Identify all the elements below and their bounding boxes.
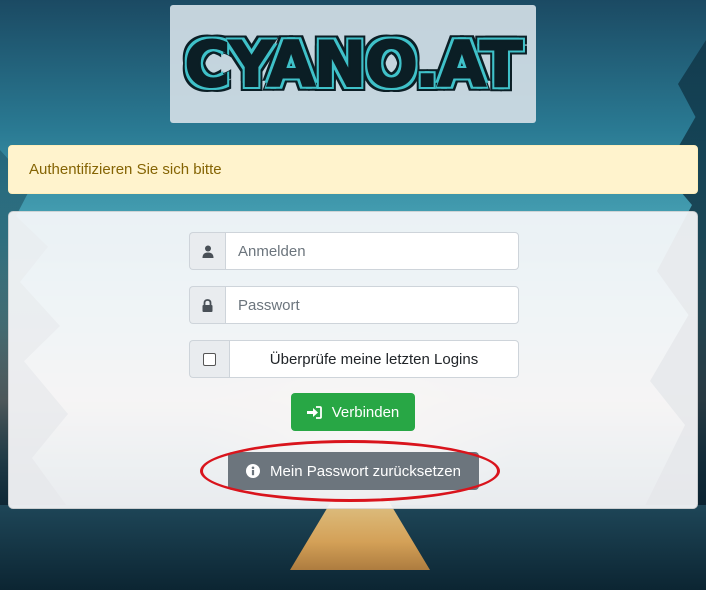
auth-alert: Authentifizieren Sie sich bitte [8,145,698,194]
username-group [189,232,519,270]
check-logins-label-box: Überprüfe meine letzten Logins [229,340,519,378]
password-group [189,286,519,324]
alert-message: Authentifizieren Sie sich bitte [29,161,222,178]
username-input[interactable] [225,232,519,270]
check-logins-label: Überprüfe meine letzten Logins [269,350,479,368]
check-logins-group: Überprüfe meine letzten Logins [189,340,519,378]
lock-icon [189,286,225,324]
info-circle-icon [246,464,261,478]
checkbox-icon [203,352,216,366]
connect-button-label: Verbinden [331,403,400,421]
connect-button[interactable]: Verbinden [291,393,415,431]
reset-password-button[interactable]: Mein Passwort zurücksetzen [228,452,479,490]
sign-in-icon [306,405,322,419]
login-card: Überprüfe meine letzten Logins Verbinden… [8,211,698,509]
user-icon [189,232,225,270]
password-input[interactable] [225,286,519,324]
logo-box: CYANO.AT [170,5,536,123]
check-logins-checkbox[interactable] [189,340,229,378]
logo: CYANO.AT [184,27,524,102]
reset-password-label: Mein Passwort zurücksetzen [270,462,461,480]
